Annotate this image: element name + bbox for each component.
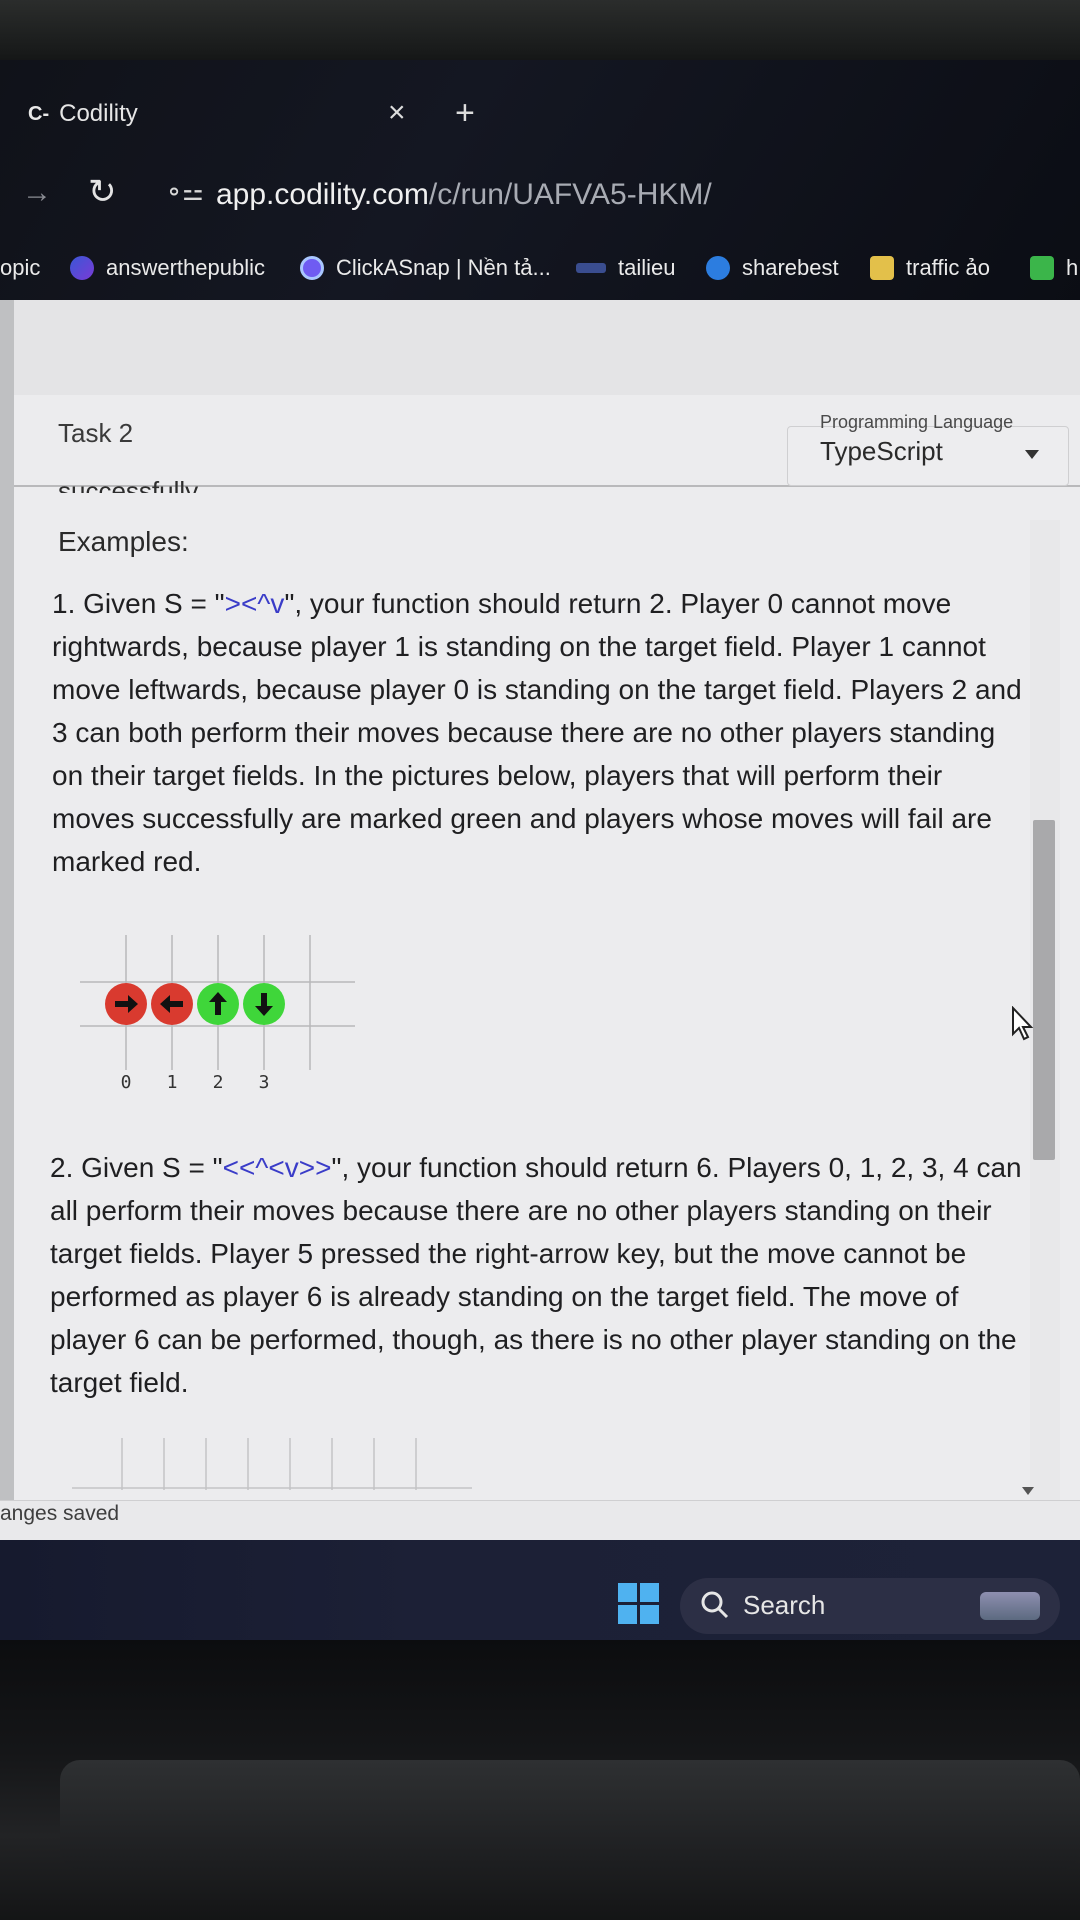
left-edge: [0, 300, 14, 1530]
player-2-marker: [197, 983, 239, 1025]
examples-heading: Examples:: [58, 526, 189, 557]
mouse-cursor-icon: [1012, 1006, 1034, 1041]
example-2-code: <<^<v>>: [222, 1152, 332, 1183]
language-value: TypeScript: [820, 436, 943, 466]
bookmark-label: ClickASnap | Nền tả...: [336, 255, 551, 280]
tailieu-icon: [576, 263, 606, 273]
example-2-body: ", your function should return 6. Player…: [50, 1152, 1022, 1398]
sharebest-icon: [706, 256, 730, 280]
player-0-marker: [105, 983, 147, 1025]
status-bar: [0, 1500, 1080, 1541]
bookmark-label: sharebest: [742, 255, 839, 280]
url-host: app.codility.com: [216, 178, 429, 211]
new-tab-icon[interactable]: +: [455, 94, 475, 133]
laptop-hinge: [60, 1760, 1080, 1870]
chevron-down-icon[interactable]: [1025, 450, 1039, 459]
page-header: [14, 300, 1080, 401]
site-info-icon[interactable]: ⚬⚍: [164, 178, 204, 207]
language-caption: Programming Language: [820, 412, 1014, 432]
bookmarks-bar: opic answerthepublic ClickASnap | Nền tả…: [0, 246, 1080, 296]
bookmark-label: opic: [0, 255, 41, 280]
bookmark-label: h: [1066, 255, 1079, 280]
bookmark-item[interactable]: tailieu: [576, 246, 675, 290]
bookmark-label: tailieu: [618, 255, 676, 280]
answerthepublic-icon: [70, 256, 94, 280]
traffic-icon: [870, 256, 894, 280]
tab-title: Codility: [59, 100, 138, 127]
bookmark-item[interactable]: sharebest: [706, 246, 839, 290]
bookmark-item[interactable]: traffic ảo: [870, 246, 990, 290]
example-1-body: ", your function should return 2. Player…: [52, 588, 1022, 877]
task-title: Task 2: [58, 418, 134, 448]
bookmark-label: traffic ảo: [906, 255, 990, 280]
scroll-down-icon[interactable]: [1022, 1487, 1034, 1495]
example-1-code: ><^v: [224, 588, 285, 619]
bookmark-item[interactable]: ClickASnap | Nền tả...: [300, 246, 551, 290]
example-1-prefix: 1. Given S = ": [52, 588, 225, 619]
windows-start-icon[interactable]: [618, 1583, 660, 1625]
tray-widget-icon[interactable]: [980, 1592, 1040, 1620]
example-2-prefix: 2. Given S = ": [50, 1152, 223, 1183]
address-bar[interactable]: app.codility.com/c/run/UAFVA5-HKM/: [216, 178, 712, 212]
bookmark-label: answerthepublic: [106, 255, 265, 280]
bookmark-item[interactable]: opic: [0, 246, 40, 290]
player-index-label: 2: [213, 1072, 224, 1093]
player-index-label: 3: [259, 1072, 270, 1093]
bookmark-item[interactable]: h: [1030, 246, 1078, 290]
save-status: anges saved: [0, 1502, 120, 1525]
example-1-text: 1. Given S = "><^v", your function shoul…: [52, 582, 1032, 883]
bookmark-item[interactable]: answerthepublic: [70, 246, 265, 290]
player-index-label: 0: [121, 1072, 132, 1093]
browser-tab[interactable]: C- Codility: [20, 90, 420, 138]
clickasnap-icon: [300, 256, 324, 280]
bookmark-icon: [1030, 256, 1054, 280]
reload-icon[interactable]: ↻: [88, 172, 117, 212]
example-2-text: 2. Given S = "<<^<v>>", your function sh…: [50, 1146, 1025, 1404]
search-label: Search: [743, 1590, 826, 1620]
player-index-label: 1: [167, 1072, 178, 1093]
player-3-marker: [243, 983, 285, 1025]
close-tab-icon[interactable]: ×: [388, 96, 406, 130]
search-icon: [701, 1591, 729, 1619]
player-1-marker: [151, 983, 193, 1025]
scrollbar-thumb[interactable]: [1033, 820, 1055, 1160]
example-2-figure: [72, 1438, 472, 1490]
codility-favicon-icon: C-: [28, 102, 50, 125]
forward-icon[interactable]: →: [22, 176, 52, 210]
url-path: /c/run/UAFVA5-HKM/: [428, 178, 712, 211]
example-1-figure: 0 1 2 3: [80, 935, 355, 1093]
